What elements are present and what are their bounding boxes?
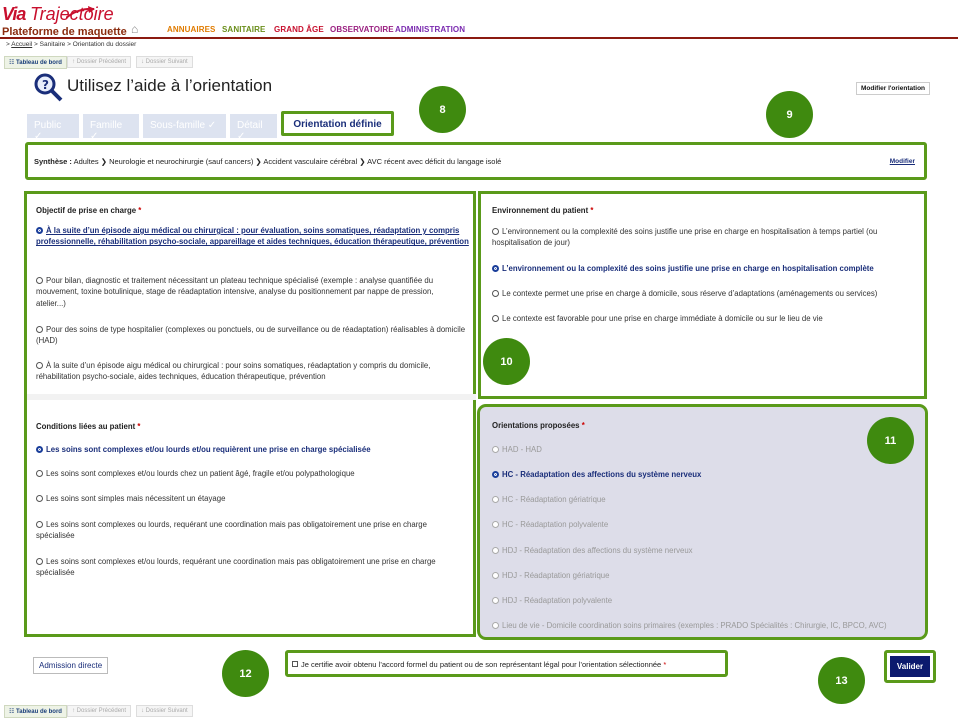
breadcrumb-home-link[interactable]: Accueil	[11, 41, 32, 48]
objective-option-4[interactable]: À la suite d’un épisode aigu médical ou …	[36, 360, 456, 383]
tab-sous-famille[interactable]: Sous-famille ✓	[143, 114, 226, 138]
conditions-option-2[interactable]: Les soins sont complexes et/ou lourds ch…	[36, 468, 466, 479]
menu-grand-age[interactable]: GRAND ÂGE	[274, 25, 324, 34]
tab-public[interactable]: Public ✓	[27, 114, 79, 142]
marker-12: 12	[222, 650, 269, 697]
marker-11: 11	[867, 417, 914, 464]
modify-orientation-button[interactable]: Modifier l'orientation	[856, 82, 931, 95]
environment-option-4[interactable]: Le contexte est favorable pour une prise…	[492, 313, 922, 324]
menu-annuaires[interactable]: ANNUAIRES	[167, 25, 215, 34]
page-title: Utilisez l’aide à l’orientation	[67, 76, 273, 95]
tab-famille[interactable]: Famille ✓	[83, 114, 139, 142]
orientation-option-1[interactable]: HAD - HAD	[492, 444, 912, 455]
objective-option-2[interactable]: Pour bilan, diagnostic et traitement néc…	[36, 275, 461, 309]
synthesis-modify-link[interactable]: Modifier	[890, 158, 915, 165]
dashboard-button-bottom[interactable]: ☷ Tableau de bord	[4, 705, 67, 718]
marker-8: 8	[419, 86, 466, 133]
consent-checkbox[interactable]	[292, 661, 298, 667]
conditions-option-1[interactable]: Les soins sont complexes et/ou lourds et…	[36, 444, 466, 455]
menu-sanitaire[interactable]: SANITAIRE	[222, 25, 265, 34]
synthesis-bar: Synthèse : Adultes ❯ Neurologie et neuro…	[25, 142, 927, 180]
orientation-option-2[interactable]: HC - Réadaptation des affections du syst…	[492, 469, 912, 480]
record-nav-bottom: ☷ Tableau de bord ↑ Dossier Précédent ↓ …	[0, 705, 958, 718]
orientation-option-5[interactable]: HDJ - Réadaptation des affections du sys…	[492, 545, 912, 556]
environment-option-1[interactable]: L’environnement ou la complexité des soi…	[492, 226, 917, 249]
objective-title: Objectif de prise en charge *	[36, 206, 142, 215]
objective-option-3[interactable]: Pour des soins de type hospitalier (comp…	[36, 324, 466, 347]
previous-record-button-bottom[interactable]: ↑ Dossier Précédent	[67, 705, 132, 717]
conditions-option-5[interactable]: Les soins sont complexes et/ou lourds, r…	[36, 556, 456, 579]
menu-administration[interactable]: ADMINISTRATION	[395, 25, 465, 34]
svg-text:?: ?	[42, 78, 49, 92]
home-icon[interactable]: ⌂	[131, 22, 138, 36]
panel-separator	[27, 394, 476, 400]
tab-orientation-definie[interactable]: Orientation définie	[281, 111, 394, 136]
orientation-option-6[interactable]: HDJ - Réadaptation gériatrique	[492, 570, 912, 581]
orientation-option-7[interactable]: HDJ - Réadaptation polyvalente	[492, 595, 912, 606]
validate-wrapper: Valider	[884, 650, 936, 683]
conditions-option-3[interactable]: Les soins sont simples mais nécessitent …	[36, 493, 466, 504]
environment-title: Environnement du patient *	[492, 206, 594, 215]
orientations-title: Orientations proposées *	[492, 421, 585, 430]
previous-record-button[interactable]: ↑ Dossier Précédent	[67, 56, 132, 68]
marker-13: 13	[818, 657, 865, 704]
next-record-button-bottom[interactable]: ↓ Dossier Suivant	[136, 705, 193, 717]
search-magnifier-icon: ?	[34, 73, 63, 102]
logo[interactable]: Via Trajectoire	[0, 2, 114, 24]
tab-detail[interactable]: Détail ✓	[230, 114, 277, 142]
orientation-option-3[interactable]: HC - Réadaptation gériatrique	[492, 494, 912, 505]
logo-arrow-icon	[66, 6, 95, 19]
environment-option-3[interactable]: Le contexte permet une prise en charge à…	[492, 288, 922, 299]
record-nav-top: ☷ Tableau de bord ↑ Dossier Précédent ↓ …	[0, 56, 958, 69]
left-criteria-panel: Objectif de prise en charge * À la suite…	[24, 191, 476, 637]
marker-9: 9	[766, 91, 813, 138]
synthesis-text: Adultes ❯ Neurologie et neurochirurgie (…	[73, 157, 502, 166]
environment-option-2[interactable]: L’environnement ou la complexité des soi…	[492, 263, 917, 274]
breadcrumb: > Accueil > Sanitaire > Orientation du d…	[6, 41, 137, 48]
dashboard-button[interactable]: ☷ Tableau de bord	[4, 56, 67, 69]
validate-button[interactable]: Valider	[890, 656, 930, 677]
marker-10: 10	[483, 338, 530, 385]
menu-observatoire[interactable]: OBSERVATOIRE	[330, 25, 394, 34]
orientation-option-4[interactable]: HC - Réadaptation polyvalente	[492, 519, 912, 530]
conditions-option-4[interactable]: Les soins sont complexes ou lourds, requ…	[36, 519, 466, 542]
orientation-option-8[interactable]: Lieu de vie - Domicile coordination soin…	[492, 620, 922, 631]
direct-admission-button[interactable]: Admission directe	[33, 657, 109, 674]
consent-certification[interactable]: Je certifie avoir obtenu l’accord formel…	[285, 650, 728, 677]
header-divider	[0, 37, 958, 39]
next-record-button[interactable]: ↓ Dossier Suivant	[136, 56, 193, 68]
orientations-panel: Orientations proposées * HAD - HAD HC - …	[477, 404, 928, 640]
objective-option-1[interactable]: À la suite d’un épisode aigu médical ou …	[36, 225, 476, 248]
environment-panel: Environnement du patient * L’environneme…	[478, 191, 927, 399]
conditions-title: Conditions liées au patient *	[36, 422, 141, 431]
